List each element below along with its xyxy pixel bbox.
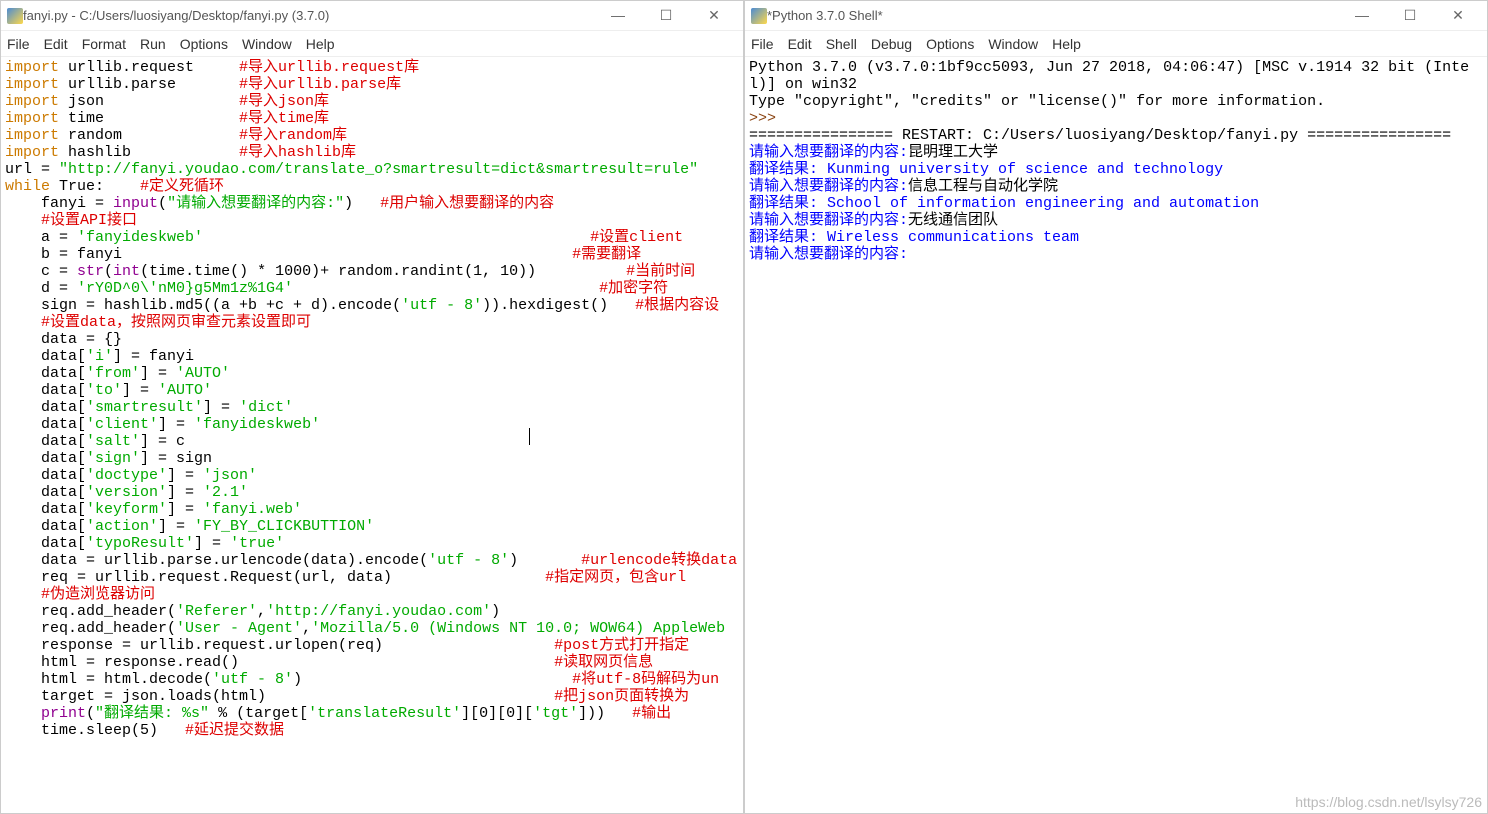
user-input-2: 信息工程与自动化学院 xyxy=(908,178,1058,195)
menu-edit[interactable]: Edit xyxy=(788,36,812,52)
menu-format[interactable]: Format xyxy=(82,36,126,52)
shell-title: *Python 3.7.0 Shell* xyxy=(767,8,1347,23)
close-button[interactable]: ✕ xyxy=(1443,7,1473,24)
watermark: https://blog.csdn.net/lsylsy726 xyxy=(1295,794,1482,810)
menu-run[interactable]: Run xyxy=(140,36,166,52)
prompt: >>> xyxy=(749,110,776,127)
shell-titlebar[interactable]: *Python 3.7.0 Shell* — ☐ ✕ xyxy=(745,1,1487,31)
shell-window-controls: — ☐ ✕ xyxy=(1347,7,1481,24)
editor-title: fanyi.py - C:/Users/luosiyang/Desktop/fa… xyxy=(23,8,603,23)
menu-help[interactable]: Help xyxy=(306,36,335,52)
close-button[interactable]: ✕ xyxy=(699,7,729,24)
output-1: 翻译结果: Kunming university of science and … xyxy=(749,161,1223,178)
menu-file[interactable]: File xyxy=(751,36,774,52)
output-2: 翻译结果: School of information engineering … xyxy=(749,195,1259,212)
idle-editor-window: fanyi.py - C:/Users/luosiyang/Desktop/fa… xyxy=(0,0,744,814)
menu-window[interactable]: Window xyxy=(988,36,1038,52)
menu-debug[interactable]: Debug xyxy=(871,36,912,52)
text-cursor xyxy=(529,428,530,445)
minimize-button[interactable]: — xyxy=(1347,7,1377,24)
menu-options[interactable]: Options xyxy=(180,36,228,52)
input-prompt-3: 请输入想要翻译的内容: xyxy=(749,212,908,229)
python-banner-2: Type "copyright", "credits" or "license(… xyxy=(749,93,1325,110)
input-prompt-1: 请输入想要翻译的内容: xyxy=(749,144,908,161)
menu-file[interactable]: File xyxy=(7,36,30,52)
menu-shell[interactable]: Shell xyxy=(826,36,857,52)
menu-edit[interactable]: Edit xyxy=(44,36,68,52)
output-3: 翻译结果: Wireless communications team xyxy=(749,229,1079,246)
menu-help[interactable]: Help xyxy=(1052,36,1081,52)
editor-titlebar[interactable]: fanyi.py - C:/Users/luosiyang/Desktop/fa… xyxy=(1,1,743,31)
input-prompt-4: 请输入想要翻译的内容: xyxy=(749,246,908,263)
input-prompt-2: 请输入想要翻译的内容: xyxy=(749,178,908,195)
user-input-1: 昆明理工大学 xyxy=(908,144,998,161)
maximize-button[interactable]: ☐ xyxy=(651,7,681,24)
editor-window-controls: — ☐ ✕ xyxy=(603,7,737,24)
code-editor[interactable]: import urllib.request #导入urllib.request库… xyxy=(1,57,743,813)
maximize-button[interactable]: ☐ xyxy=(1395,7,1425,24)
shell-menubar: File Edit Shell Debug Options Window Hel… xyxy=(745,31,1487,57)
user-input-3: 无线通信团队 xyxy=(908,212,998,229)
menu-window[interactable]: Window xyxy=(242,36,292,52)
python-shell-window: *Python 3.7.0 Shell* — ☐ ✕ File Edit She… xyxy=(744,0,1488,814)
restart-line: ================ RESTART: C:/Users/luosi… xyxy=(749,127,1451,144)
idle-icon xyxy=(7,8,23,24)
python-banner: Python 3.7.0 (v3.7.0:1bf9cc5093, Jun 27 … xyxy=(749,59,1469,93)
editor-menubar: File Edit Format Run Options Window Help xyxy=(1,31,743,57)
shell-output[interactable]: Python 3.7.0 (v3.7.0:1bf9cc5093, Jun 27 … xyxy=(745,57,1487,813)
minimize-button[interactable]: — xyxy=(603,7,633,24)
idle-icon xyxy=(751,8,767,24)
menu-options[interactable]: Options xyxy=(926,36,974,52)
